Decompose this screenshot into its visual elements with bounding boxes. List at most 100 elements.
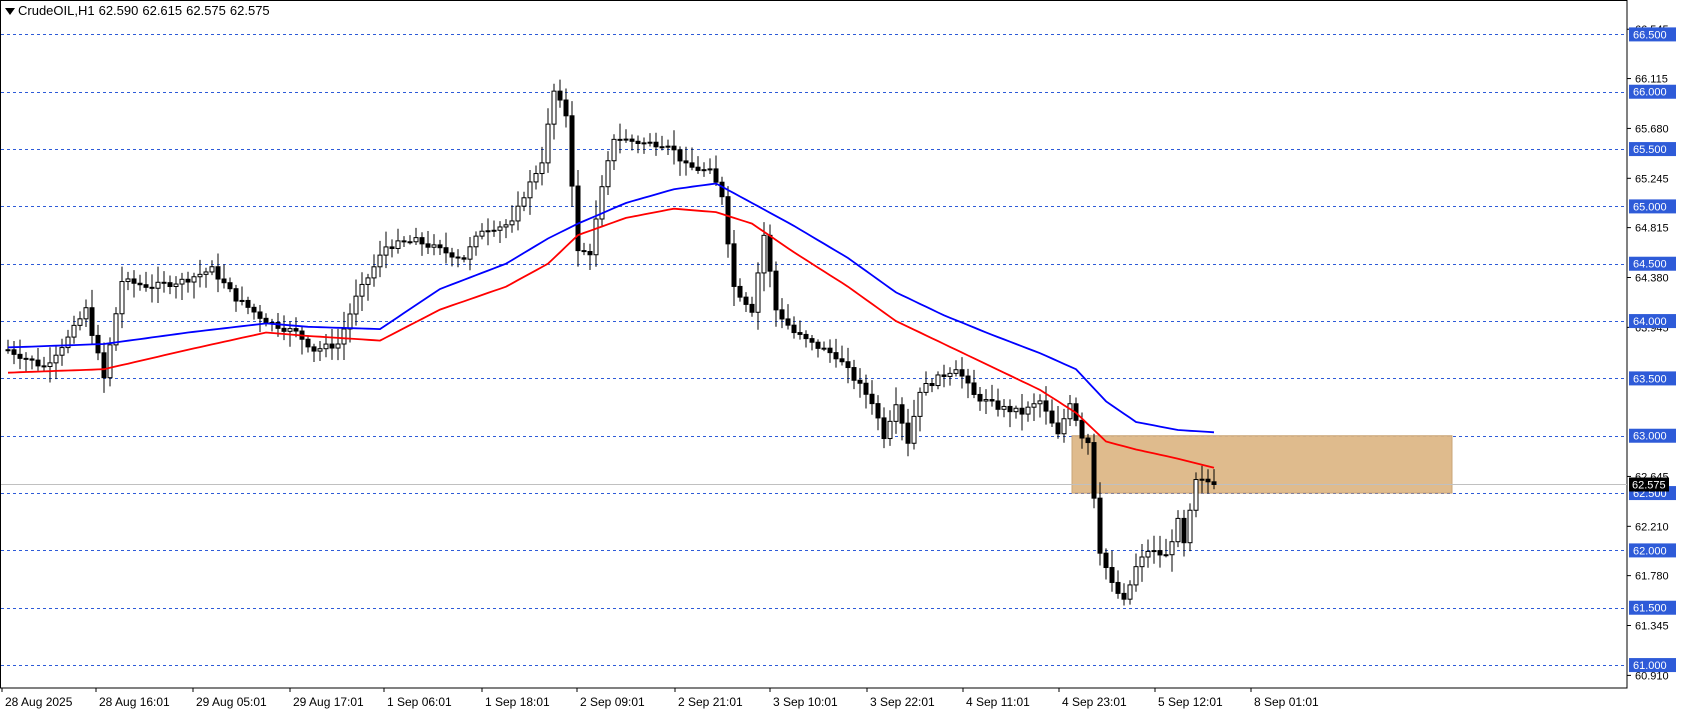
candle[interactable] [641,137,647,154]
candle[interactable] [485,218,491,246]
candle[interactable] [29,355,35,370]
candle[interactable] [935,371,941,390]
candle[interactable] [1061,408,1067,443]
candle[interactable] [245,296,251,315]
candle[interactable] [599,175,605,226]
candle[interactable] [713,155,719,187]
candle[interactable] [179,272,185,300]
candle[interactable] [911,399,917,450]
candle[interactable] [1157,535,1163,568]
candle[interactable] [1031,393,1037,422]
candle[interactable] [1175,510,1181,548]
candle[interactable] [707,158,713,175]
candle[interactable] [701,162,707,177]
candle[interactable] [305,335,311,353]
candle[interactable] [737,278,743,302]
candle[interactable] [185,271,191,293]
candle[interactable] [683,146,689,176]
candle[interactable] [557,79,563,108]
candle[interactable] [389,239,395,258]
candle[interactable] [209,260,215,276]
candle[interactable] [257,304,263,333]
candle[interactable] [149,274,155,303]
candle[interactable] [521,191,527,212]
candle[interactable] [407,235,413,245]
candle[interactable] [1025,401,1031,422]
candle[interactable] [509,205,515,233]
candle[interactable] [665,139,671,156]
candle[interactable] [749,296,755,317]
candle[interactable] [443,232,449,264]
candle[interactable] [479,223,485,240]
candle[interactable] [107,337,113,387]
candle[interactable] [1049,399,1055,428]
candle[interactable] [1055,405,1061,439]
candle[interactable] [1163,538,1169,558]
candle[interactable] [773,261,779,327]
candle[interactable] [539,146,545,186]
candle[interactable] [1091,433,1097,509]
candle[interactable] [1187,503,1193,552]
candle[interactable] [893,387,899,434]
candle[interactable] [1121,583,1127,606]
candle[interactable] [401,236,407,248]
candle[interactable] [923,371,929,396]
candle[interactable] [143,271,149,292]
chart-area[interactable]: CrudeOIL,H162.59062.61562.57562.575 66.5… [0,0,1686,713]
candle[interactable] [983,389,989,415]
candle[interactable] [593,200,599,267]
candle[interactable] [53,346,59,380]
candle[interactable] [1037,394,1043,418]
moving-average-red[interactable] [7,207,1215,469]
candle[interactable] [659,135,665,151]
candle[interactable] [437,239,443,256]
candle[interactable] [155,266,161,303]
candle[interactable] [35,347,41,371]
candle[interactable] [113,307,119,351]
candle[interactable] [221,264,227,289]
candle[interactable] [605,151,611,195]
candle[interactable] [1145,539,1151,568]
candle[interactable] [11,340,17,365]
candle[interactable] [365,273,371,301]
candle[interactable] [71,315,77,344]
candle[interactable] [23,352,29,373]
candle[interactable] [563,88,569,128]
candle[interactable] [353,279,359,326]
candle[interactable] [545,108,551,173]
candle[interactable] [1007,399,1013,428]
candle[interactable] [383,231,389,269]
candle[interactable] [1019,393,1025,431]
candle[interactable] [1013,405,1019,419]
candle[interactable] [311,343,317,363]
candle[interactable] [47,347,53,383]
candle[interactable] [995,388,1001,417]
candle[interactable] [965,368,971,399]
candle[interactable] [1109,550,1115,592]
candle[interactable] [161,271,167,293]
candle[interactable] [779,298,785,329]
candle[interactable] [1193,472,1199,518]
candle[interactable] [899,397,905,441]
candle[interactable] [269,318,275,332]
candle[interactable] [41,356,47,372]
candle[interactable] [863,374,869,409]
candle[interactable] [875,395,881,431]
candle[interactable] [809,335,815,351]
candle[interactable] [359,272,365,312]
candle[interactable] [869,380,875,415]
candle[interactable] [1097,482,1103,566]
candle[interactable] [839,345,845,366]
candle[interactable] [95,324,101,361]
candle[interactable] [635,135,641,154]
moving-average-blue[interactable] [7,182,1215,434]
candle[interactable] [989,384,995,407]
candle[interactable] [623,129,629,143]
candle[interactable] [719,176,725,205]
candle[interactable] [251,303,257,320]
candle[interactable] [377,240,383,278]
candle[interactable] [335,328,341,361]
candle[interactable] [551,83,557,140]
candle[interactable] [785,304,791,330]
candle[interactable] [851,359,857,390]
